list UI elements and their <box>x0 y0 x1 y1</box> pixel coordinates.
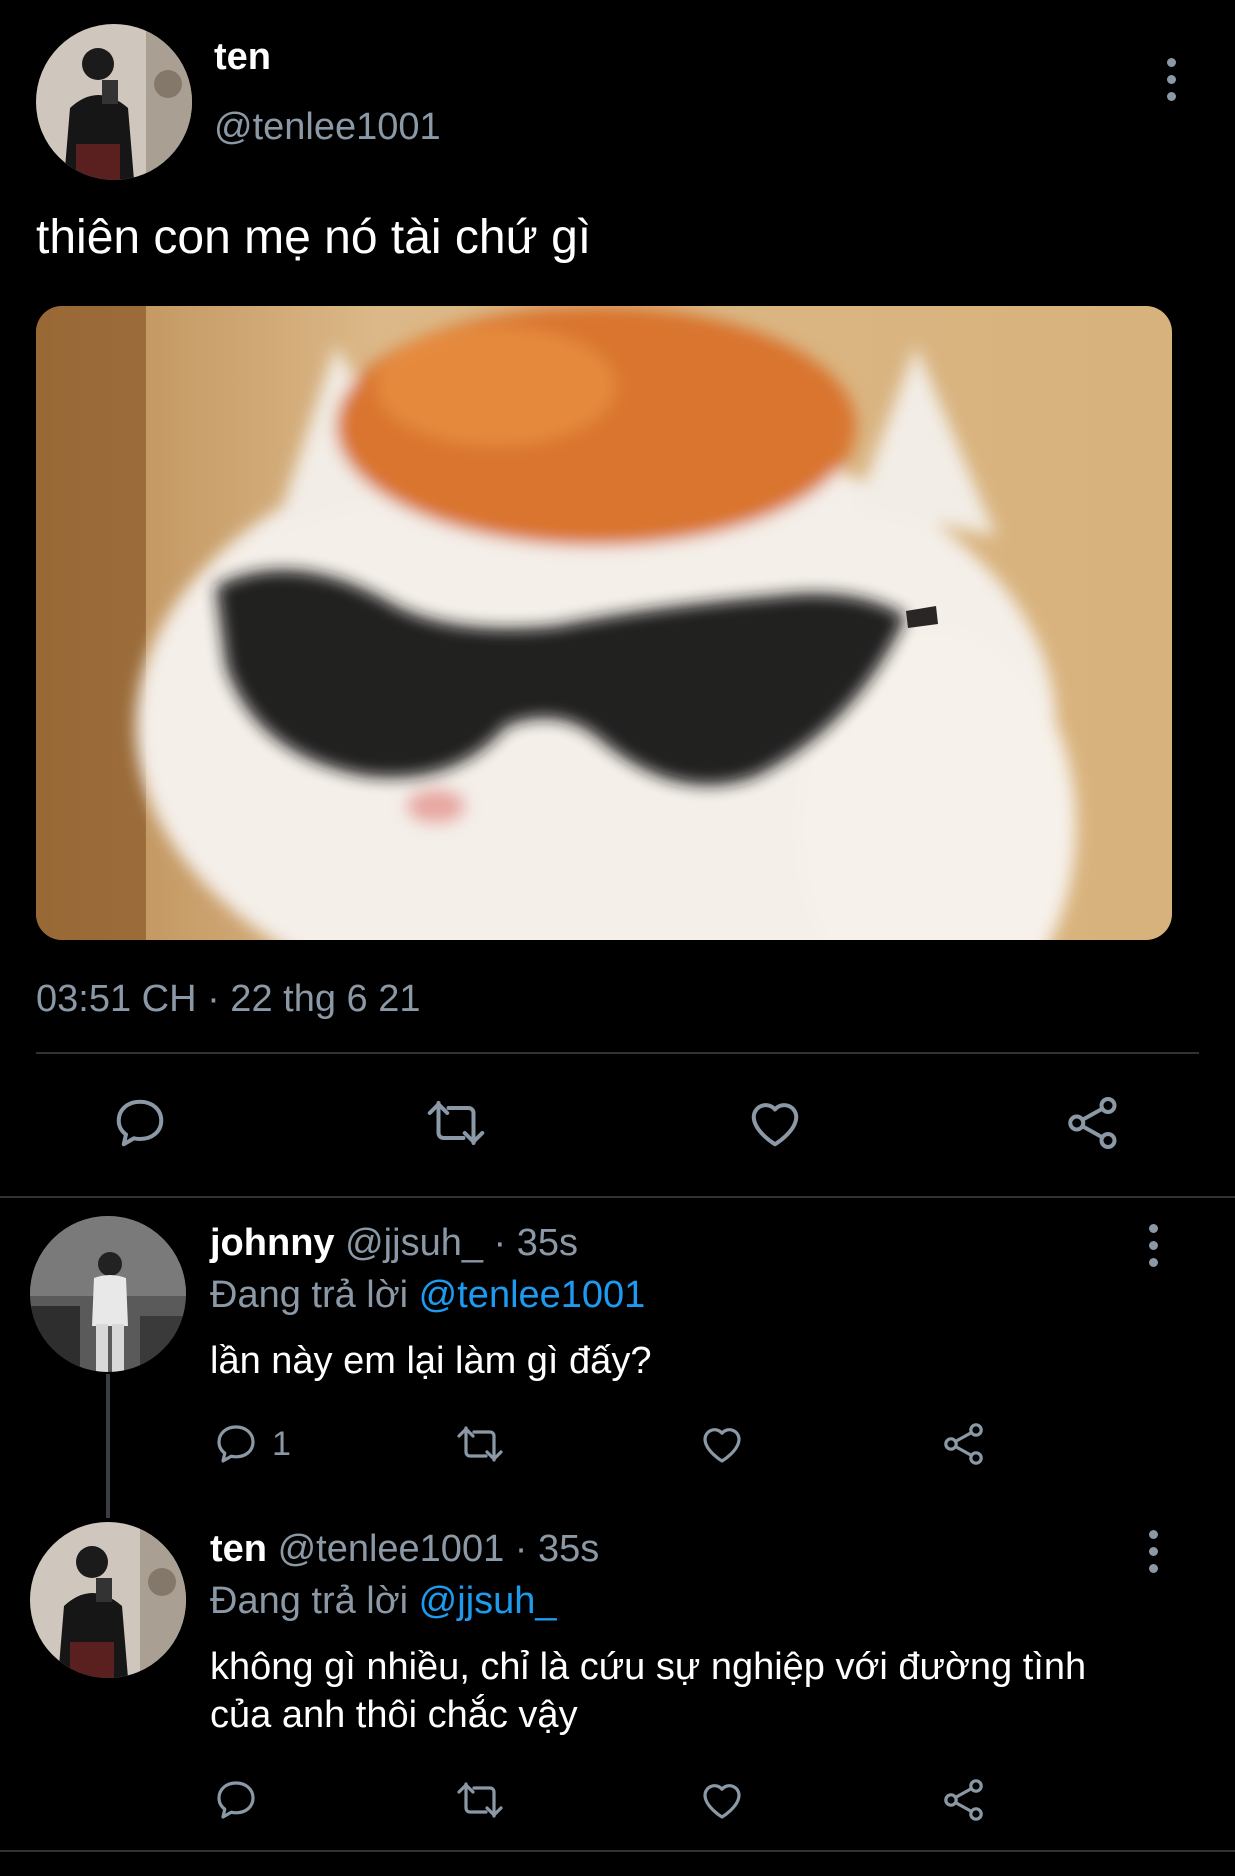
reply1-text: lần này em lại làm gì đấy? <box>210 1340 652 1382</box>
thread-connector-line <box>106 1374 110 1518</box>
reply1-reply-button[interactable]: 1 <box>212 1420 291 1468</box>
reply2-like-icon[interactable] <box>698 1776 746 1824</box>
reply2-reply-icon[interactable] <box>212 1776 260 1824</box>
reply2-share-icon[interactable] <box>940 1776 988 1824</box>
reply1-like-icon[interactable] <box>698 1420 746 1468</box>
reply1-meta: @jjsuh_ · 35s <box>345 1222 579 1264</box>
reply1-retweet-icon[interactable] <box>454 1420 506 1468</box>
main-author-handle[interactable]: @tenlee1001 <box>214 106 441 149</box>
reply2-author-name[interactable]: ten <box>210 1528 267 1570</box>
reply1-more-icon[interactable] <box>1138 1224 1168 1267</box>
main-tweet-bottom-divider <box>0 1196 1235 1198</box>
reply2-replying-line: Đang trả lời @jjsuh_ <box>210 1580 557 1623</box>
timestamp-divider <box>36 1052 1199 1054</box>
reply1-author-avatar[interactable] <box>30 1216 186 1372</box>
reply1-header: johnny @jjsuh_ · 35s <box>210 1222 578 1265</box>
reply1-replying-prefix: Đang trả lời <box>210 1274 409 1316</box>
reply2-meta: @tenlee1001 · 35s <box>277 1528 600 1570</box>
reply2-author-avatar[interactable] <box>30 1522 186 1678</box>
reply2-bottom-divider <box>0 1850 1235 1852</box>
main-more-icon[interactable] <box>1156 58 1186 101</box>
main-share-icon[interactable] <box>1063 1093 1123 1153</box>
reply1-share-icon[interactable] <box>940 1420 988 1468</box>
main-tweet-text: thiên con mẹ nó tài chứ gì <box>36 211 592 264</box>
reply2-header: ten @tenlee1001 · 35s <box>210 1528 599 1571</box>
reply1-reply-count: 1 <box>272 1424 291 1463</box>
main-author-avatar[interactable] <box>36 24 192 180</box>
reply1-author-name[interactable]: johnny <box>210 1222 335 1264</box>
reply2-replying-to-link[interactable]: @jjsuh_ <box>419 1580 557 1622</box>
main-author-name[interactable]: ten <box>214 36 271 79</box>
reply2-replying-prefix: Đang trả lời <box>210 1580 409 1622</box>
main-retweet-icon[interactable] <box>423 1093 489 1153</box>
main-reply-icon[interactable] <box>110 1093 170 1153</box>
main-tweet-timestamp: 03:51 CH · 22 thg 6 21 <box>36 978 421 1020</box>
tweet-media-image[interactable] <box>36 306 1172 940</box>
reply2-text-line2: của anh thôi chắc vậy <box>210 1694 578 1736</box>
reply2-more-icon[interactable] <box>1138 1530 1168 1573</box>
reply2-text-line1: không gì nhiều, chỉ là cứu sự nghiệp với… <box>210 1646 1087 1688</box>
reply1-replying-to-link[interactable]: @tenlee1001 <box>419 1274 646 1316</box>
reply1-replying-line: Đang trả lời @tenlee1001 <box>210 1274 645 1317</box>
main-like-icon[interactable] <box>745 1093 805 1153</box>
reply2-retweet-icon[interactable] <box>454 1776 506 1824</box>
reply1-reply-icon <box>217 1425 255 1463</box>
